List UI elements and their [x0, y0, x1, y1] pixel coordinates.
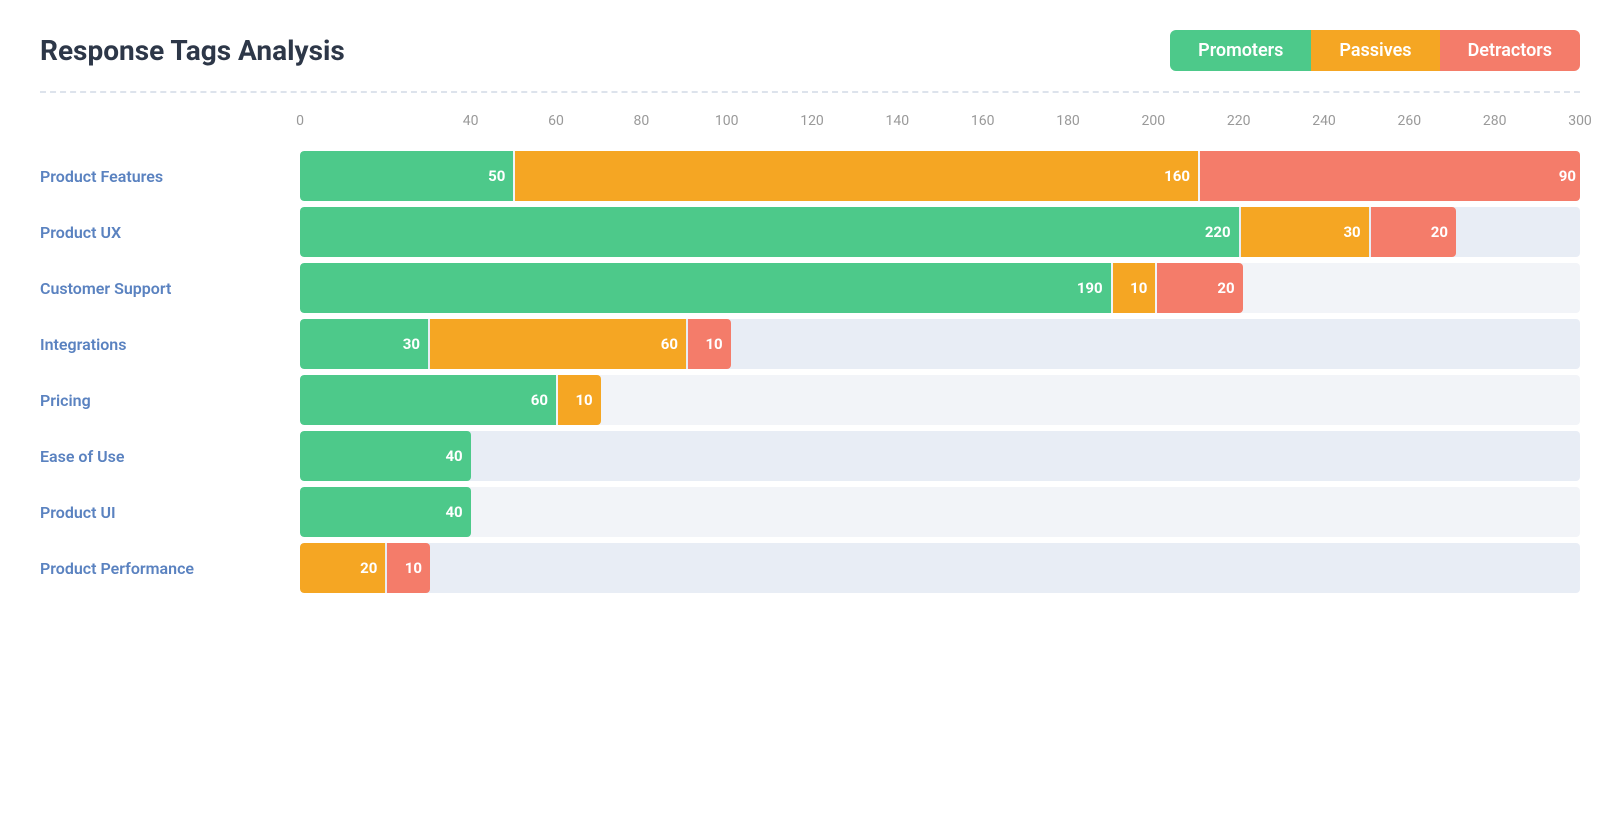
bar-row: Customer Support1901020 [40, 263, 1580, 313]
segments-wrap: 306010 [300, 319, 1580, 369]
bar-segment-red: 10 [688, 319, 731, 369]
bar-segment-orange: 160 [515, 151, 1198, 201]
axis-tick-0: 0 [296, 113, 304, 129]
axis-ticks-container: 0406080100120140160180200220240260280300 [300, 113, 1580, 141]
bar-track: 2010 [300, 543, 1580, 593]
segments-wrap: 2010 [300, 543, 1580, 593]
axis-tick-140: 140 [886, 113, 910, 129]
row-label-pricing: Pricing [40, 391, 300, 410]
axis-labels-row: 0406080100120140160180200220240260280300 [40, 113, 1580, 141]
row-label-product-ux: Product UX [40, 223, 300, 242]
bar-segment-red: 20 [1157, 263, 1242, 313]
bar-segment-orange: 10 [558, 375, 601, 425]
legend-detractors[interactable]: Detractors [1440, 30, 1580, 71]
bar-row: Pricing6010 [40, 375, 1580, 425]
legend: Promoters Passives Detractors [1170, 30, 1580, 71]
segments-wrap: 6010 [300, 375, 1580, 425]
legend-passives[interactable]: Passives [1311, 30, 1439, 71]
segments-wrap: 5016090 [300, 151, 1580, 201]
axis-tick-240: 240 [1312, 113, 1336, 129]
axis-tick-120: 120 [800, 113, 824, 129]
bar-track: 1901020 [300, 263, 1580, 313]
bar-row: Product Performance2010 [40, 543, 1580, 593]
page-header: Response Tags Analysis Promoters Passive… [40, 30, 1580, 71]
bar-segment-red: 90 [1200, 151, 1580, 201]
row-label-product-features: Product Features [40, 167, 300, 186]
axis-tick-200: 200 [1142, 113, 1166, 129]
bar-track: 2203020 [300, 207, 1580, 257]
bar-segment-green: 50 [300, 151, 513, 201]
bar-segment-green: 60 [300, 375, 556, 425]
bar-track: 40 [300, 487, 1580, 537]
bar-track: 5016090 [300, 151, 1580, 201]
bar-segment-green: 40 [300, 431, 471, 481]
bar-segment-orange: 20 [300, 543, 385, 593]
axis-tick-80: 80 [633, 113, 649, 129]
axis-tick-180: 180 [1056, 113, 1080, 129]
bar-segment-orange: 10 [1113, 263, 1156, 313]
segments-wrap: 40 [300, 431, 1580, 481]
axis-tick-300: 300 [1568, 113, 1592, 129]
row-label-ease-of-use: Ease of Use [40, 447, 300, 466]
bar-segment-green: 190 [300, 263, 1111, 313]
bar-row: Product UI40 [40, 487, 1580, 537]
segments-wrap: 1901020 [300, 263, 1580, 313]
bar-row: Product Features5016090 [40, 151, 1580, 201]
axis-tick-100: 100 [715, 113, 739, 129]
axis-tick-280: 280 [1483, 113, 1507, 129]
axis-tick-160: 160 [971, 113, 995, 129]
row-label-product-ui: Product UI [40, 503, 300, 522]
bar-segment-red: 10 [387, 543, 430, 593]
bar-row: Integrations306010 [40, 319, 1580, 369]
bar-segment-green: 220 [300, 207, 1239, 257]
chart-wrapper: 0406080100120140160180200220240260280300… [40, 113, 1580, 593]
bar-segment-red: 20 [1371, 207, 1456, 257]
bar-track: 306010 [300, 319, 1580, 369]
axis-tick-60: 60 [548, 113, 564, 129]
axis-tick-220: 220 [1227, 113, 1251, 129]
segments-wrap: 40 [300, 487, 1580, 537]
axis-tick-260: 260 [1398, 113, 1422, 129]
bar-segment-green: 30 [300, 319, 428, 369]
row-label-product-performance: Product Performance [40, 559, 300, 578]
row-label-customer-support: Customer Support [40, 279, 300, 298]
bar-segment-green: 40 [300, 487, 471, 537]
row-label-integrations: Integrations [40, 335, 300, 354]
page-title: Response Tags Analysis [40, 34, 345, 67]
bar-row: Ease of Use40 [40, 431, 1580, 481]
bar-segment-orange: 30 [1241, 207, 1369, 257]
bar-track: 40 [300, 431, 1580, 481]
divider [40, 91, 1580, 93]
bars-container: Product Features5016090Product UX2203020… [40, 151, 1580, 593]
legend-promoters[interactable]: Promoters [1170, 30, 1311, 71]
bar-segment-orange: 60 [430, 319, 686, 369]
bar-row: Product UX2203020 [40, 207, 1580, 257]
axis-tick-40: 40 [463, 113, 479, 129]
bar-track: 6010 [300, 375, 1580, 425]
segments-wrap: 2203020 [300, 207, 1580, 257]
